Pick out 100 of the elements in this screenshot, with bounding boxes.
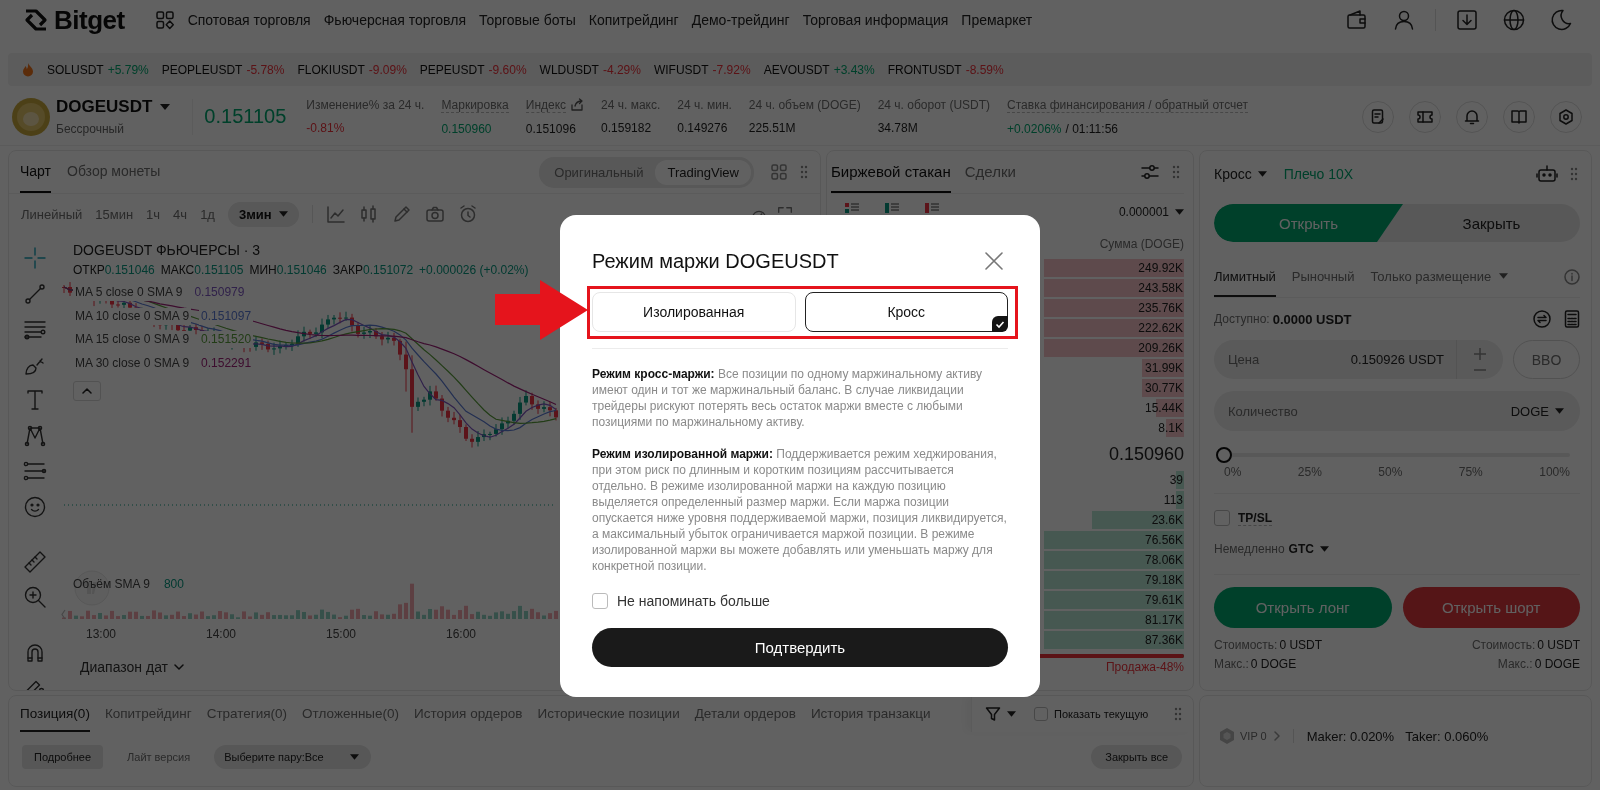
confirm-button[interactable]: Подтвердить bbox=[592, 628, 1008, 667]
multi-line-icon[interactable] bbox=[22, 459, 47, 483]
order-book-row[interactable]: 31.99K bbox=[1044, 358, 1184, 378]
wallet-icon[interactable] bbox=[1345, 8, 1369, 32]
date-range-button[interactable]: Диапазон дат bbox=[80, 659, 185, 675]
candles-icon[interactable] bbox=[358, 204, 379, 224]
slider-track[interactable] bbox=[1216, 447, 1570, 463]
margin-mode-dropdown[interactable]: Кросс bbox=[1214, 166, 1267, 182]
alarm-clock-icon[interactable] bbox=[457, 204, 478, 224]
info-icon[interactable] bbox=[1564, 269, 1580, 285]
zoom-in-icon[interactable] bbox=[22, 585, 47, 609]
checkbox[interactable] bbox=[592, 593, 608, 609]
crosshair-icon[interactable] bbox=[22, 246, 47, 270]
pencil-icon[interactable] bbox=[391, 204, 412, 224]
nav-link[interactable]: Торговая информация bbox=[802, 12, 949, 28]
positions-tab[interactable]: Позиция(0) bbox=[20, 696, 90, 732]
caret-icon[interactable] bbox=[349, 754, 359, 760]
caret-icon[interactable] bbox=[1257, 171, 1267, 177]
globe-icon[interactable] bbox=[1502, 8, 1526, 32]
caret-icon[interactable] bbox=[278, 211, 288, 217]
close-icon[interactable] bbox=[985, 252, 1003, 270]
nav-link[interactable]: Премаркет bbox=[961, 12, 1033, 28]
caret-icon[interactable] bbox=[160, 104, 171, 110]
grid-layout-icon[interactable] bbox=[770, 163, 788, 181]
pair-filter-dropdown[interactable]: Выберите пару:Все bbox=[214, 745, 371, 769]
nav-link[interactable]: Спотовая торговля bbox=[187, 12, 311, 28]
precision-dropdown[interactable]: 0.000001 bbox=[1118, 205, 1184, 219]
margin-mode-option[interactable]: Кросс bbox=[804, 292, 1008, 332]
order-book-tab[interactable]: Биржевой стакан bbox=[831, 151, 951, 193]
order-book-row[interactable]: 222.62K bbox=[1044, 318, 1184, 338]
order-type-tab[interactable]: Лимитный bbox=[1214, 257, 1276, 297]
camera-icon[interactable] bbox=[424, 204, 445, 224]
order-book-row[interactable]: 39 bbox=[1044, 470, 1184, 490]
transfer-icon[interactable] bbox=[1533, 310, 1551, 328]
caret-icon[interactable] bbox=[1319, 546, 1329, 552]
chart-type-tab[interactable]: TradingView bbox=[655, 159, 751, 185]
plus-icon[interactable] bbox=[1474, 348, 1486, 361]
notes-icon[interactable] bbox=[1362, 100, 1394, 133]
margin-mode-option[interactable]: Изолированная bbox=[592, 292, 796, 332]
robot-icon[interactable] bbox=[1536, 164, 1558, 184]
order-book-row[interactable]: 15.44K bbox=[1044, 398, 1184, 418]
indicator-icon[interactable] bbox=[325, 204, 346, 224]
share-icon[interactable] bbox=[570, 98, 585, 112]
show-current-label[interactable]: Показать текущую bbox=[1054, 708, 1149, 720]
ticker-symbol[interactable]: FLOKIUSDT bbox=[297, 62, 365, 77]
ticker-symbol[interactable]: PEPEUSDT bbox=[419, 62, 485, 77]
caret-icon[interactable] bbox=[1499, 273, 1509, 279]
nav-link[interactable]: Торговые боты bbox=[478, 12, 576, 28]
chevron-up-icon[interactable] bbox=[82, 388, 92, 394]
order-book-row[interactable]: 209.26K bbox=[1044, 338, 1184, 358]
checkbox[interactable] bbox=[1214, 510, 1230, 526]
drag-handle-icon[interactable] bbox=[1174, 707, 1182, 721]
book-icon[interactable] bbox=[1503, 100, 1535, 133]
order-book-row[interactable]: 79.18K bbox=[1044, 570, 1184, 590]
checkbox[interactable] bbox=[1034, 707, 1048, 721]
order-book-row[interactable]: 30.77K bbox=[1044, 378, 1184, 398]
sliders-icon[interactable] bbox=[1140, 162, 1160, 182]
order-book-row[interactable]: 249.92K bbox=[1044, 258, 1184, 278]
book-bids-icon[interactable] bbox=[885, 203, 899, 213]
chevron-down-icon[interactable] bbox=[174, 664, 185, 670]
drag-handle-icon[interactable] bbox=[1172, 165, 1180, 179]
nav-link[interactable]: Копитрейдинг bbox=[588, 12, 679, 28]
book-both-icon[interactable] bbox=[845, 203, 859, 213]
pattern-icon[interactable] bbox=[22, 423, 47, 448]
download-icon[interactable] bbox=[1455, 8, 1479, 32]
view-toggle[interactable]: Подробнее bbox=[22, 745, 104, 769]
user-icon[interactable] bbox=[1392, 8, 1416, 32]
moon-icon[interactable] bbox=[1549, 8, 1573, 32]
interval-button[interactable]: 3мин bbox=[227, 201, 299, 227]
tpsl-label[interactable]: TP/SL bbox=[1238, 510, 1272, 526]
drag-handle-icon[interactable] bbox=[1570, 167, 1578, 181]
side-tab[interactable]: Открыть bbox=[1214, 204, 1403, 242]
smiley-icon[interactable] bbox=[22, 494, 47, 519]
close-all-button[interactable]: Закрыть все bbox=[1091, 745, 1182, 769]
order-book-row[interactable]: 235.76K bbox=[1044, 298, 1184, 318]
filter-icon[interactable] bbox=[985, 706, 1001, 722]
trend-line-icon[interactable] bbox=[22, 281, 47, 306]
ticker-symbol[interactable]: PEOPLEUSDT bbox=[161, 62, 243, 77]
calculator-icon[interactable] bbox=[1564, 310, 1580, 328]
collapse-button[interactable] bbox=[73, 381, 101, 401]
contract-symbol[interactable]: DOGEUSDT bbox=[56, 97, 153, 117]
apps-grid-icon[interactable] bbox=[154, 10, 175, 30]
ticket-icon[interactable] bbox=[1409, 100, 1441, 133]
order-book-row[interactable]: 87.36K bbox=[1044, 630, 1184, 650]
order-book-row[interactable]: 243.58K bbox=[1044, 278, 1184, 298]
leverage-button[interactable]: Плечо 10X bbox=[1283, 166, 1354, 182]
caret-icon[interactable] bbox=[1007, 711, 1016, 717]
drag-handle-icon[interactable] bbox=[800, 165, 808, 179]
time-in-force-dropdown[interactable]: GTC bbox=[1288, 542, 1329, 556]
nav-link[interactable]: Фьючерсная торговля bbox=[323, 12, 466, 28]
order-book-row[interactable]: 76.56K bbox=[1044, 530, 1184, 550]
ticker-symbol[interactable]: WIFUSDT bbox=[653, 62, 709, 77]
ruler-icon[interactable] bbox=[22, 549, 47, 574]
open-short-button[interactable]: Открыть шорт bbox=[1402, 587, 1580, 628]
bell-icon[interactable] bbox=[1456, 100, 1488, 133]
side-tab[interactable]: Закрыть bbox=[1403, 204, 1580, 242]
logo-icon[interactable] bbox=[23, 7, 49, 33]
ticker-symbol[interactable]: SOLUSDT bbox=[47, 62, 104, 77]
logo-text[interactable]: Bitget bbox=[54, 4, 125, 36]
order-book-row[interactable]: 81.17K bbox=[1044, 610, 1184, 630]
